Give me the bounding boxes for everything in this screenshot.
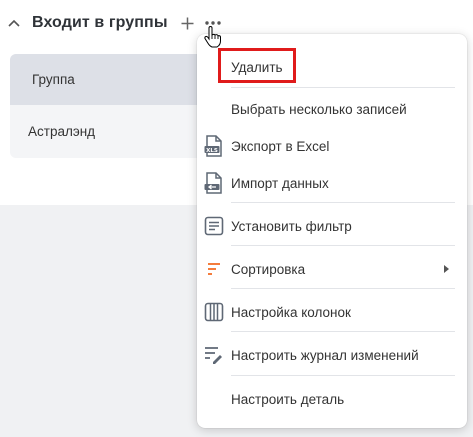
- groups-grid: Группа Астралэнд: [10, 54, 210, 158]
- column-header-label: Группа: [32, 72, 75, 87]
- menu-item-column-settings[interactable]: Настройка колонок: [197, 292, 467, 332]
- menu-item-label: Установить фильтр: [231, 218, 352, 234]
- menu-item-export-excel[interactable]: XLS Экспорт в Excel: [197, 126, 467, 166]
- menu-item-set-filter[interactable]: Установить фильтр: [197, 206, 467, 246]
- menu-item-change-log-settings[interactable]: Настроить журнал изменений: [197, 335, 467, 375]
- columns-icon: [203, 301, 225, 323]
- menu-item-import-data[interactable]: Импорт данных: [197, 163, 467, 203]
- row-cell-group: Астралэнд: [28, 124, 96, 139]
- data-import-icon: [203, 172, 225, 194]
- menu-item-detail-settings[interactable]: Настроить деталь: [197, 379, 467, 419]
- menu-item-label: Настроить журнал изменений: [231, 347, 419, 363]
- menu-divider: [231, 245, 455, 246]
- menu-item-sorting[interactable]: Сортировка: [197, 249, 467, 289]
- actions-menu: Удалить Выбрать несколько записей XLS Эк…: [197, 34, 467, 428]
- table-row[interactable]: Астралэнд: [10, 105, 210, 158]
- menu-divider: [231, 288, 455, 289]
- chevron-right-icon: [444, 265, 449, 273]
- menu-divider: [231, 87, 455, 88]
- detail-title: Входит в группы: [32, 14, 168, 31]
- change-log-icon: [203, 344, 225, 366]
- menu-item-select-multiple[interactable]: Выбрать несколько записей: [197, 89, 467, 129]
- highlight-frame: [218, 48, 296, 83]
- excel-export-icon: XLS: [203, 135, 225, 157]
- menu-item-label: Настройка колонок: [231, 304, 351, 320]
- menu-divider: [231, 331, 455, 332]
- chevron-up-icon[interactable]: [6, 15, 22, 31]
- menu-item-label: Выбрать несколько записей: [231, 101, 407, 117]
- filter-icon: [203, 215, 225, 237]
- hand-cursor-icon: [204, 25, 222, 53]
- sort-icon: [203, 258, 225, 280]
- menu-divider: [231, 202, 455, 203]
- menu-item-label: Настроить деталь: [231, 391, 345, 407]
- detail-header: Входит в группы: [6, 8, 222, 38]
- menu-item-label: Сортировка: [231, 261, 306, 277]
- svg-text:XLS: XLS: [206, 148, 218, 154]
- menu-item-label: Импорт данных: [231, 175, 329, 191]
- menu-item-label: Экспорт в Excel: [231, 138, 330, 154]
- menu-divider: [231, 375, 455, 376]
- grid-column-header[interactable]: Группа: [10, 54, 210, 105]
- add-icon[interactable]: [180, 15, 196, 31]
